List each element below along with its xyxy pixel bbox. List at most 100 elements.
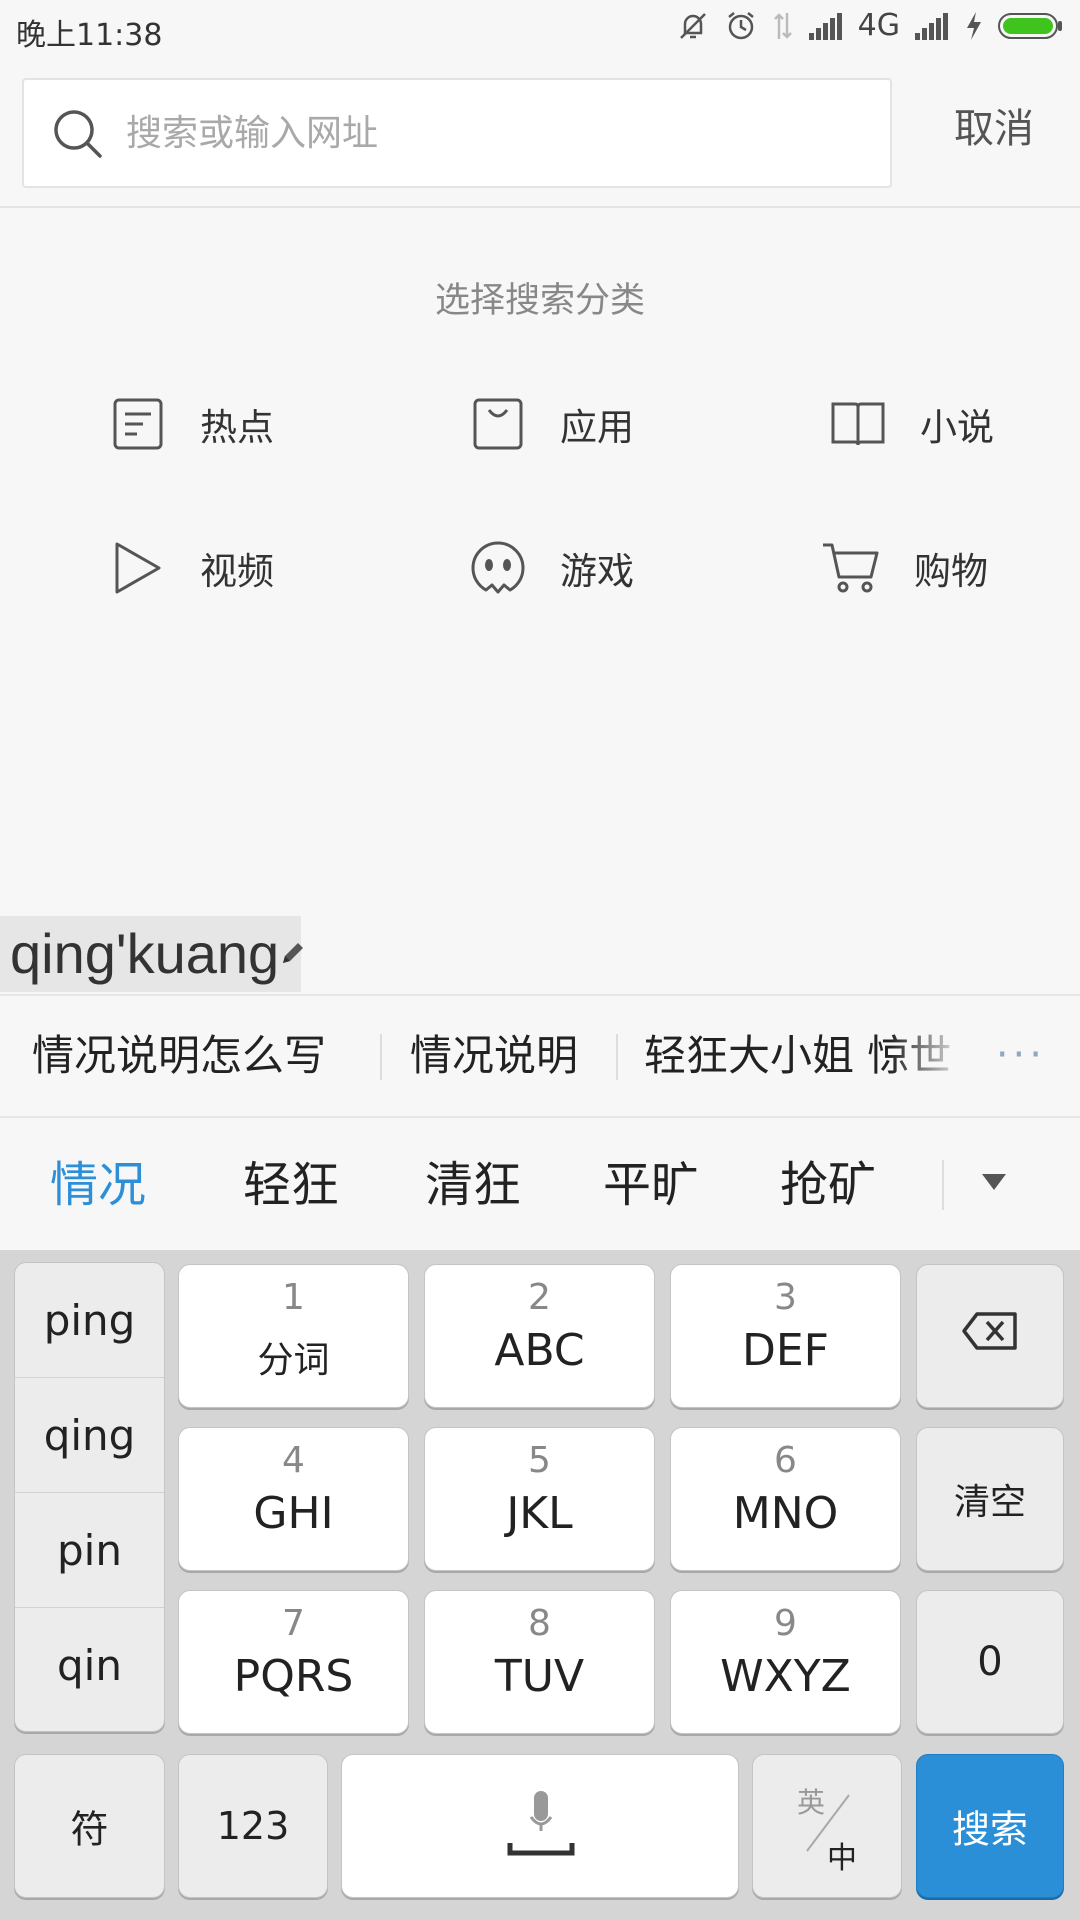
category-title: 选择搜索分类 <box>434 281 645 321</box>
symbol-key-label: 符 <box>70 1807 109 1852</box>
keyboard: ping qing pin qin 1 分词 2 ABC 3 DEF 4 GHI… <box>0 1250 1080 1920</box>
category-label: 视频 <box>200 550 274 593</box>
category-apps[interactable]: 应用 <box>470 384 634 464</box>
ime-composition: qing'kuang <box>0 916 304 992</box>
network-type: 4G <box>857 8 900 43</box>
status-bar: 晚上11:38 4G <box>0 0 1080 56</box>
key-number: 4 <box>282 1440 305 1481</box>
fade-overlay <box>890 996 980 1116</box>
key-1[interactable]: 1 分词 <box>178 1264 409 1408</box>
status-time: 晚上11:38 <box>16 18 163 53</box>
key-9[interactable]: 9 WXYZ <box>670 1590 901 1734</box>
category-games[interactable]: 游戏 <box>470 528 634 608</box>
key-0[interactable]: 0 <box>916 1590 1064 1734</box>
pinyin-option[interactable]: ping <box>15 1263 164 1378</box>
news-icon <box>110 396 166 452</box>
search-key[interactable]: 搜索 <box>916 1754 1064 1898</box>
divider <box>380 1034 382 1080</box>
search-input[interactable] <box>124 80 864 186</box>
symbol-key[interactable]: 符 <box>14 1754 165 1898</box>
suggestion-bar: 情况说明怎么写 情况说明 轻狂大小姐 惊世 ··· <box>0 994 1080 1118</box>
suggestion-item[interactable]: 情况说明怎么写 <box>32 996 326 1116</box>
clear-key[interactable]: 清空 <box>916 1427 1064 1571</box>
backspace-key[interactable] <box>916 1264 1064 1408</box>
search-icon <box>52 108 104 164</box>
key-letters: MNO <box>732 1488 839 1539</box>
key-zero-label: 0 <box>977 1639 1003 1685</box>
category-label: 热点 <box>200 406 274 449</box>
key-5[interactable]: 5 JKL <box>424 1427 655 1571</box>
candidate-item[interactable]: 情况 <box>50 1120 146 1250</box>
search-key-label: 搜索 <box>951 1807 1028 1852</box>
cancel-button[interactable]: 取消 <box>954 96 1034 154</box>
candidate-item[interactable]: 清狂 <box>425 1120 521 1250</box>
charging-icon <box>964 10 984 42</box>
key-letters: PQRS <box>233 1651 354 1702</box>
shopping-bag-icon <box>470 396 526 452</box>
expand-candidates-icon[interactable] <box>978 1170 1010 1198</box>
key-number: 9 <box>774 1603 797 1644</box>
key-letters: TUV <box>494 1651 585 1702</box>
key-letters: JKL <box>506 1488 573 1539</box>
number-mode-label: 123 <box>216 1804 290 1848</box>
category-video[interactable]: 视频 <box>110 528 274 608</box>
key-letters: GHI <box>253 1488 334 1539</box>
key-number: 3 <box>774 1277 797 1318</box>
key-number: 7 <box>282 1603 305 1644</box>
category-label: 游戏 <box>560 550 634 593</box>
category-hot[interactable]: 热点 <box>110 384 274 464</box>
composition-text: qing'kuang <box>10 922 280 985</box>
key-letters: 分词 <box>257 1340 330 1381</box>
space-key[interactable] <box>341 1754 739 1898</box>
play-icon <box>110 540 166 596</box>
key-number: 5 <box>528 1440 551 1481</box>
suggestion-item[interactable]: 情况说明 <box>410 996 578 1116</box>
key-4[interactable]: 4 GHI <box>178 1427 409 1571</box>
key-6[interactable]: 6 MNO <box>670 1427 901 1571</box>
category-label: 应用 <box>560 406 634 449</box>
backspace-icon <box>917 1311 1063 1361</box>
candidate-bar: 情况 轻狂 清狂 平旷 抢矿 <box>0 1120 1080 1250</box>
pinyin-option[interactable]: qin <box>15 1608 164 1723</box>
signal-icon <box>808 11 844 41</box>
mute-icon <box>676 9 710 43</box>
battery-icon <box>998 11 1064 41</box>
candidate-item[interactable]: 抢矿 <box>780 1120 876 1250</box>
book-icon <box>830 396 886 452</box>
microphone-icon <box>501 1787 581 1871</box>
key-letters: DEF <box>742 1325 829 1376</box>
number-mode-key[interactable]: 123 <box>178 1754 328 1898</box>
status-icons: 4G <box>676 8 1064 43</box>
cart-icon <box>820 540 882 596</box>
pinyin-option[interactable]: qing <box>15 1378 164 1493</box>
language-switch-key[interactable]: 英 中 <box>752 1754 902 1898</box>
lang-zh-label: 中 <box>827 1841 857 1876</box>
pinyin-option[interactable]: pin <box>15 1493 164 1608</box>
pinyin-list[interactable]: ping qing pin qin <box>14 1262 165 1732</box>
search-box[interactable] <box>22 78 892 188</box>
clear-key-label: 清空 <box>953 1482 1026 1523</box>
game-face-icon <box>470 540 526 596</box>
key-number: 2 <box>528 1277 551 1318</box>
key-number: 6 <box>774 1440 797 1481</box>
candidate-item[interactable]: 轻狂 <box>243 1120 339 1250</box>
key-letters: WXYZ <box>720 1651 851 1702</box>
data-transfer-icon <box>772 9 794 43</box>
key-letters: ABC <box>494 1325 585 1376</box>
key-3[interactable]: 3 DEF <box>670 1264 901 1408</box>
more-suggestions-button[interactable]: ··· <box>996 1032 1046 1078</box>
key-7[interactable]: 7 PQRS <box>178 1590 409 1734</box>
category-shopping[interactable]: 购物 <box>820 528 988 608</box>
divider <box>616 1034 618 1080</box>
divider <box>942 1160 944 1210</box>
key-2[interactable]: 2 ABC <box>424 1264 655 1408</box>
key-8[interactable]: 8 TUV <box>424 1590 655 1734</box>
signal-icon <box>914 11 950 41</box>
alarm-icon <box>724 9 758 43</box>
category-novel[interactable]: 小说 <box>830 384 994 464</box>
pencil-icon[interactable] <box>279 910 307 986</box>
category-label: 小说 <box>920 406 994 449</box>
key-number: 8 <box>528 1603 551 1644</box>
search-header: 取消 <box>0 56 1080 208</box>
candidate-item[interactable]: 平旷 <box>603 1120 699 1250</box>
